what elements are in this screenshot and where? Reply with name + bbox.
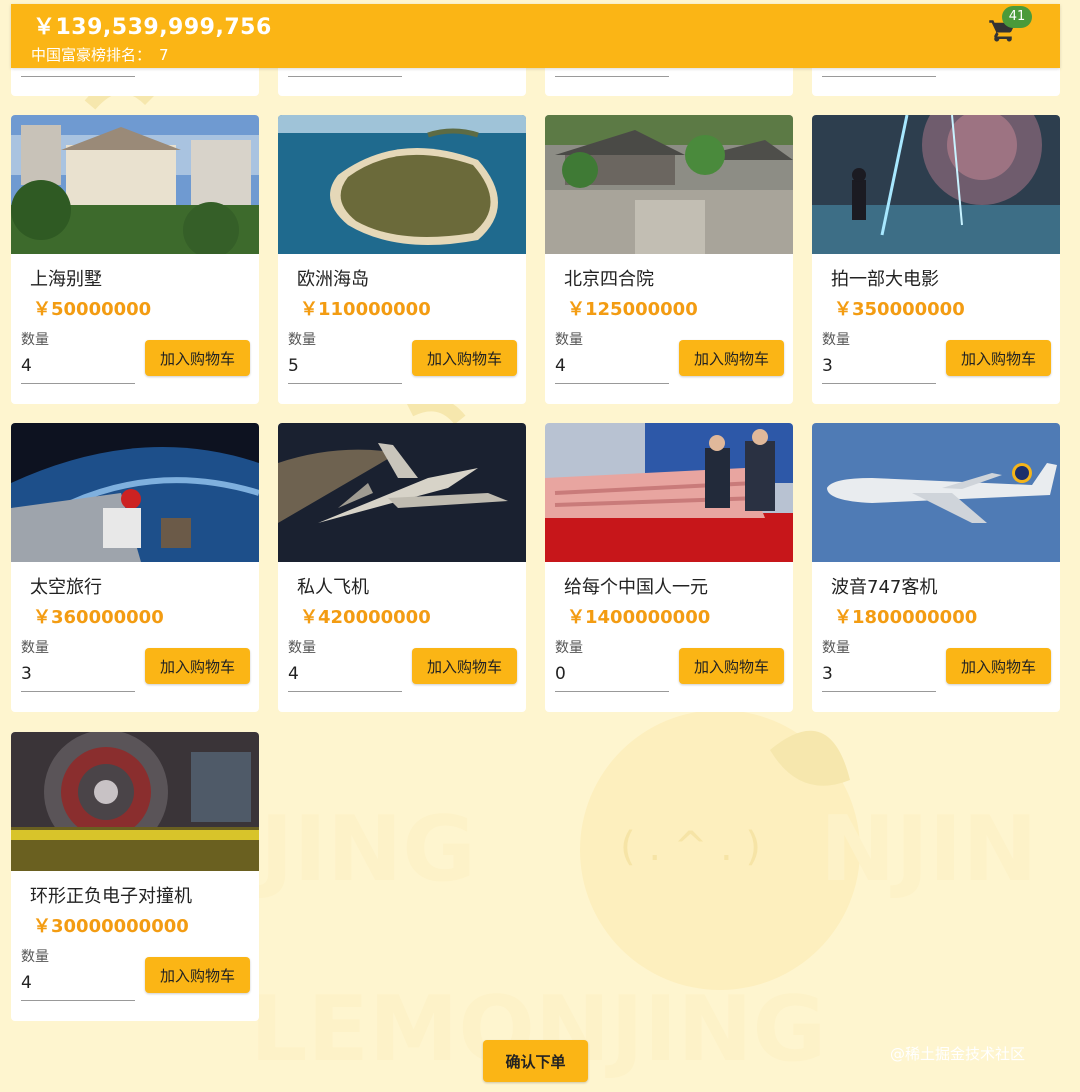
card-remnant	[278, 68, 526, 96]
product-price: ￥110000000	[300, 299, 431, 320]
product-price: ￥350000000	[834, 299, 965, 320]
svg-text:( . ^ . ): ( . ^ . )	[620, 824, 761, 870]
product-card: 波音747客机 ￥1800000000 数量 3 加入购物车	[812, 423, 1060, 712]
add-to-cart-button[interactable]: 加入购物车	[946, 340, 1051, 376]
card-remnant	[812, 68, 1060, 96]
product-price: ￥125000000	[567, 299, 698, 320]
product-name: 给每个中国人一元	[564, 577, 708, 598]
cash-photo	[545, 423, 793, 562]
product-price: ￥1800000000	[834, 607, 978, 628]
qty-underline	[21, 76, 135, 77]
quantity-label: 数量	[822, 640, 850, 656]
quantity-input[interactable]: 3	[822, 659, 936, 692]
product-name: 拍一部大电影	[831, 269, 939, 290]
product-card: 北京四合院 ￥125000000 数量 4 加入购物车	[545, 115, 793, 404]
add-to-cart-button[interactable]: 加入购物车	[679, 340, 784, 376]
add-to-cart-button[interactable]: 加入购物车	[679, 648, 784, 684]
rank-line: 中国富豪榜排名： 7	[31, 44, 169, 65]
qty-underline	[822, 76, 936, 77]
product-name: 私人飞机	[297, 577, 369, 598]
quantity-input[interactable]: 0	[555, 659, 669, 692]
add-to-cart-button[interactable]: 加入购物车	[412, 648, 517, 684]
quantity-input[interactable]: 4	[21, 351, 135, 384]
quantity-label: 数量	[555, 640, 583, 656]
quantity-input[interactable]: 5	[288, 351, 402, 384]
quantity-label: 数量	[822, 332, 850, 348]
quantity-label: 数量	[288, 332, 316, 348]
product-name: 上海别墅	[30, 269, 102, 290]
product-card: 私人飞机 ￥420000000 数量 4 加入购物车	[278, 423, 526, 712]
rank-label: 中国富豪榜排名：	[31, 46, 152, 64]
add-to-cart-button[interactable]: 加入购物车	[946, 648, 1051, 684]
add-to-cart-button[interactable]: 加入购物车	[412, 340, 517, 376]
product-name: 波音747客机	[831, 577, 938, 598]
quantity-label: 数量	[21, 332, 49, 348]
quantity-label: 数量	[21, 640, 49, 656]
svg-text:NJIN: NJIN	[820, 797, 1038, 902]
product-card: 上海别墅 ￥50000000 数量 4 加入购物车	[11, 115, 259, 404]
header-bar: ￥139,539,999,756 中国富豪榜排名： 7	[11, 4, 1060, 68]
product-price: ￥30000000000	[33, 916, 189, 937]
product-price: ￥1400000000	[567, 607, 711, 628]
qty-underline	[288, 76, 402, 77]
watermark-credit: @稀土掘金技术社区	[890, 1045, 1026, 1063]
product-price: ￥360000000	[33, 607, 164, 628]
card-remnant	[545, 68, 793, 96]
rank-value: 7	[159, 46, 169, 64]
product-name: 欧洲海岛	[297, 269, 369, 290]
add-to-cart-button[interactable]: 加入购物车	[145, 340, 250, 376]
quantity-label: 数量	[555, 332, 583, 348]
quantity-input[interactable]: 4	[555, 351, 669, 384]
boeing-photo	[812, 423, 1060, 562]
cart-count-badge: 41	[1002, 6, 1032, 28]
product-name: 太空旅行	[30, 577, 102, 598]
product-card: 环形正负电子对撞机 ￥30000000000 数量 4 加入购物车	[11, 732, 259, 1021]
balance-amount: ￥139,539,999,756	[33, 15, 272, 40]
collider-photo	[11, 732, 259, 871]
product-price: ￥50000000	[33, 299, 152, 320]
jet-photo	[278, 423, 526, 562]
product-price: ￥420000000	[300, 607, 431, 628]
courtyard-photo	[545, 115, 793, 254]
qty-underline	[555, 76, 669, 77]
villa-photo	[11, 115, 259, 254]
product-name: 北京四合院	[564, 269, 654, 290]
product-card: 太空旅行 ￥360000000 数量 3 加入购物车	[11, 423, 259, 712]
product-card: 拍一部大电影 ￥350000000 数量 3 加入购物车	[812, 115, 1060, 404]
quantity-label: 数量	[288, 640, 316, 656]
product-card: 给每个中国人一元 ￥1400000000 数量 0 加入购物车	[545, 423, 793, 712]
space-photo	[11, 423, 259, 562]
card-remnant	[11, 68, 259, 96]
quantity-label: 数量	[21, 949, 49, 965]
movie-photo	[812, 115, 1060, 254]
quantity-input[interactable]: 4	[21, 968, 135, 1001]
quantity-input[interactable]: 3	[822, 351, 936, 384]
add-to-cart-button[interactable]: 加入购物车	[145, 648, 250, 684]
add-to-cart-button[interactable]: 加入购物车	[145, 957, 250, 993]
confirm-order-button[interactable]: 确认下单	[483, 1040, 588, 1082]
product-card: 欧洲海岛 ￥110000000 数量 5 加入购物车	[278, 115, 526, 404]
svg-text:JING: JING	[254, 797, 476, 902]
island-photo	[278, 115, 526, 254]
quantity-input[interactable]: 4	[288, 659, 402, 692]
product-name: 环形正负电子对撞机	[30, 886, 192, 907]
quantity-input[interactable]: 3	[21, 659, 135, 692]
